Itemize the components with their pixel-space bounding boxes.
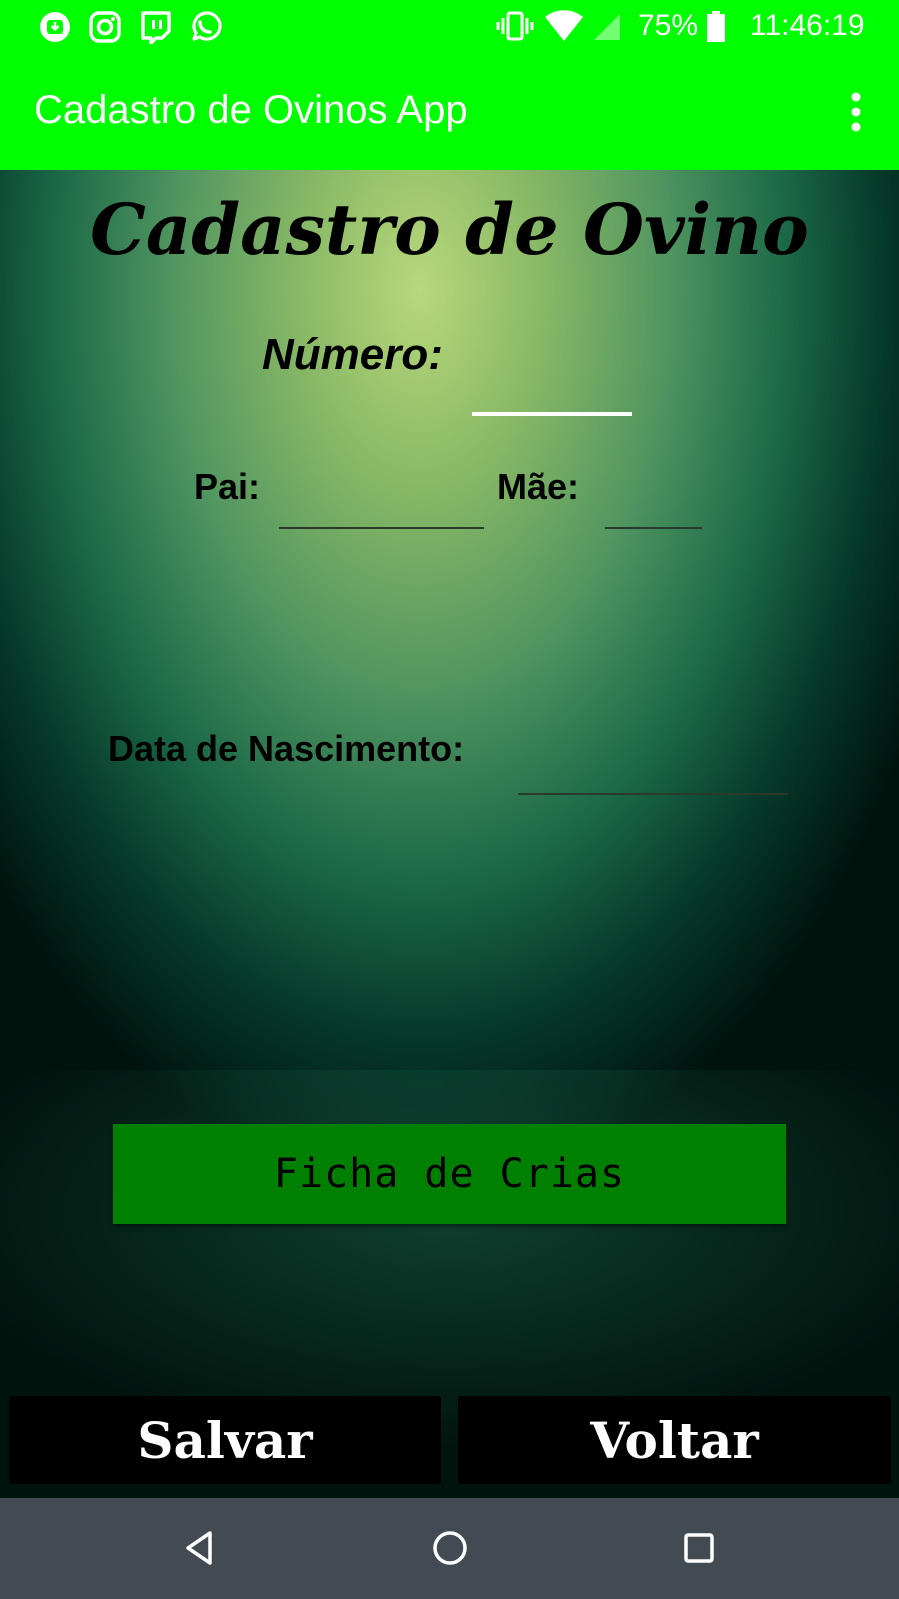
battery-percent: 75% (638, 9, 699, 42)
salvar-button[interactable]: Salvar (9, 1396, 441, 1484)
twitch-icon (141, 11, 171, 44)
data-nascimento-underline (518, 793, 788, 795)
form-content: Cadastro de Ovino Número: Pai: Mãe: Data… (0, 170, 899, 1498)
wifi-icon (544, 0, 584, 52)
navigation-bar (0, 1498, 899, 1599)
home-icon[interactable] (430, 1528, 470, 1568)
pai-label: Pai: (194, 466, 261, 507)
clock: 11:46:19 (750, 9, 865, 42)
numero-underline (472, 412, 632, 416)
data-nascimento-input[interactable] (518, 728, 792, 780)
vibrate-icon (496, 0, 534, 52)
page-title: Cadastro de Ovino (90, 188, 809, 271)
battery-icon (706, 0, 726, 52)
download-icon (40, 12, 70, 42)
mae-underline (605, 527, 702, 529)
mae-label: Mãe: (497, 466, 580, 507)
voltar-button[interactable]: Voltar (458, 1396, 891, 1484)
ficha-crias-button[interactable]: Ficha de Crias (113, 1124, 786, 1224)
pai-input[interactable] (279, 466, 488, 518)
instagram-icon (89, 11, 121, 43)
app-title: Cadastro de Ovinos App (34, 88, 468, 132)
mae-input[interactable] (605, 466, 706, 518)
signal-icon (592, 0, 622, 52)
pai-underline (279, 527, 484, 529)
whatsapp-icon (192, 11, 222, 41)
data-nascimento-label: Data de Nascimento: (108, 728, 465, 769)
more-vertical-icon[interactable] (849, 92, 863, 132)
numero-input[interactable] (472, 340, 636, 392)
app-bar: Cadastro de Ovinos App (0, 52, 899, 170)
numero-label: Número: (262, 330, 443, 379)
back-icon[interactable] (180, 1528, 220, 1568)
status-bar: 75% 11:46:19 (0, 0, 899, 52)
recents-icon[interactable] (679, 1528, 719, 1568)
